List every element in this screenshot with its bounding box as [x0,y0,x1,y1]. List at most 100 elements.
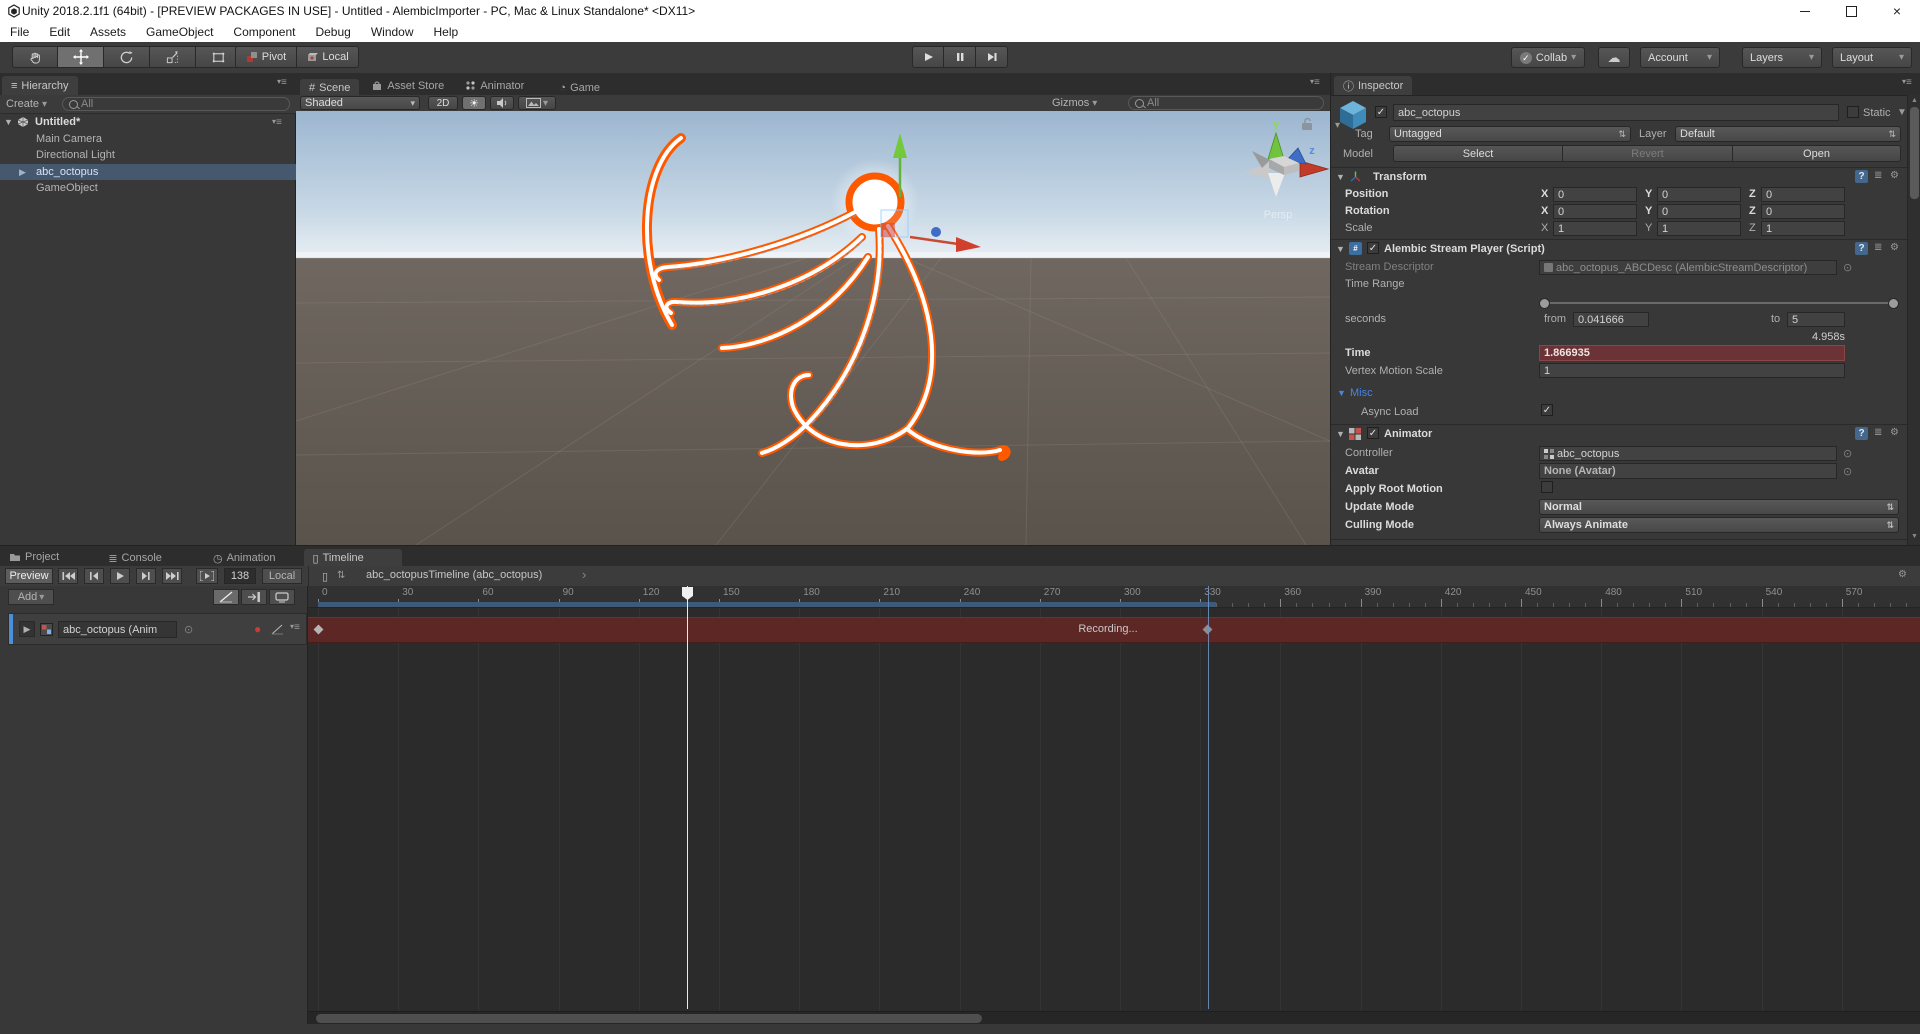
timeline-breadcrumb[interactable]: abc_octopusTimeline (abc_octopus) [366,569,542,581]
collab-button[interactable]: ✓ Collab ▾ [1511,47,1585,68]
keyframe-diamond[interactable] [314,625,324,635]
timeline-gear-icon[interactable]: ⚙ [1898,569,1907,580]
add-button[interactable]: Add▾ [8,589,54,605]
scale-y-field[interactable]: 1 [1657,221,1741,236]
from-field[interactable]: 0.041666 [1573,312,1649,327]
scene-audio-button[interactable] [490,96,514,110]
tab-asset-store[interactable]: Asset Store [362,76,453,95]
rotate-tool-button[interactable] [104,46,150,68]
vertex-motion-scale-field[interactable]: 1 [1539,363,1845,378]
apply-root-motion-checkbox[interactable] [1541,481,1553,493]
model-open-button[interactable]: Open [1733,145,1901,162]
scene-row-menu-icon[interactable]: ▾≡ [272,114,282,131]
tab-timeline[interactable]: ▯ Timeline [304,549,402,567]
scene-lighting-button[interactable]: ☀ [462,96,486,110]
recording-clip[interactable]: Recording... [308,617,1920,643]
hierarchy-item-abc-octopus[interactable]: ▶ abc_octopus [0,164,296,180]
time-field[interactable]: 1.866935 [1539,345,1845,361]
scale-x-field[interactable]: 1 [1553,221,1637,236]
fold-closed-icon[interactable]: ▶ [19,164,26,180]
avatar-picker-icon[interactable]: ⊙ [1843,465,1852,478]
tab-hierarchy[interactable]: ≡ Hierarchy [2,76,78,95]
hierarchy-search[interactable] [62,97,290,111]
animator-help-icon[interactable]: ? [1855,427,1868,440]
position-y-field[interactable]: 0 [1657,187,1741,202]
hierarchy-pane-menu-icon[interactable]: ▾≡ [277,77,287,88]
goto-start-button[interactable] [58,568,78,584]
animator-gear-icon[interactable]: ⚙ [1890,427,1899,438]
close-button[interactable]: × [1875,0,1919,22]
play-button[interactable] [912,46,944,68]
scene-effects-button[interactable]: ▾ [518,96,556,110]
scrollbar-thumb[interactable] [1910,107,1919,199]
animator-preset-icon[interactable]: ≣ [1874,427,1882,438]
scale-z-field[interactable]: 1 [1761,221,1845,236]
menu-help[interactable]: Help [424,25,469,39]
hscrollbar-thumb[interactable] [316,1014,982,1023]
scene-search[interactable] [1128,96,1324,110]
step-button[interactable] [976,46,1008,68]
controller-field[interactable]: abc_octopus [1539,446,1837,461]
transform-help-icon[interactable]: ? [1855,170,1868,183]
scale-tool-button[interactable] [150,46,196,68]
alembic-help-icon[interactable]: ? [1855,242,1868,255]
minimize-button[interactable] [1783,0,1827,22]
scene-pane-menu-icon[interactable]: ▾≡ [1310,77,1320,88]
inspector-scrollbar[interactable]: ▲ ▼ [1907,95,1920,545]
avatar-field[interactable]: None (Avatar) [1539,463,1837,479]
menu-file[interactable]: File [0,25,39,39]
controller-picker-icon[interactable]: ⊙ [1843,447,1852,460]
model-revert-button[interactable]: Revert [1563,145,1733,162]
goto-end-button[interactable] [162,568,182,584]
timeline-view-toggle-icon[interactable]: ▯ [322,570,328,583]
menu-window[interactable]: Window [361,25,424,39]
previous-frame-button[interactable] [84,568,104,584]
scroll-up-icon[interactable]: ▲ [1911,97,1918,104]
stream-descriptor-field[interactable]: abc_octopus_ABCDesc (AlembicStreamDescri… [1539,260,1837,275]
maximize-button[interactable] [1829,0,1873,22]
hierarchy-item-directional-light[interactable]: Directional Light [0,147,296,163]
menu-component[interactable]: Component [223,25,305,39]
hierarchy-item-main-camera[interactable]: Main Camera [0,131,296,147]
misc-fold-icon[interactable]: ▼ [1337,388,1346,398]
timeline-area[interactable]: 0306090120150180210240270300330360390420… [308,586,1920,1024]
track-expand-button[interactable]: ▶ [19,621,35,637]
gizmos-dropdown[interactable]: Gizmos▾ [1052,96,1097,110]
animator-fold-icon[interactable]: ▼ [1336,429,1345,439]
async-load-checkbox[interactable]: ✓ [1541,404,1553,416]
toggle-2d-button[interactable]: 2D [428,96,458,110]
hand-tool-button[interactable] [12,46,58,68]
to-field[interactable]: 5 [1787,312,1845,327]
menu-gameobject[interactable]: GameObject [136,25,223,39]
hierarchy-item-gameobject[interactable]: GameObject [0,180,296,196]
slider-min-handle[interactable] [1539,298,1550,309]
object-icon-dropdown[interactable]: ▾ [1335,120,1340,131]
fold-open-icon[interactable]: ▼ [4,114,13,130]
track-name-field[interactable]: abc_octopus (Anim [58,621,177,638]
timeline-view-updown-icon[interactable]: ⇅ [337,570,345,581]
slider-max-handle[interactable] [1888,298,1899,309]
object-name-field[interactable] [1393,104,1839,121]
pivot-toggle-button[interactable]: Pivot [235,46,297,68]
culling-mode-dropdown[interactable]: Always Animate⇅ [1539,517,1899,533]
next-frame-button[interactable] [136,568,156,584]
curves-view-button[interactable] [213,589,239,605]
gizmo-z-handle[interactable] [931,227,941,237]
active-checkbox[interactable]: ✓ [1375,106,1387,118]
tab-console[interactable]: ≣ Console [99,550,171,567]
move-tool-button[interactable] [58,46,104,68]
time-range-slider[interactable] [1541,302,1897,304]
capture-button[interactable] [269,589,295,605]
layers-button[interactable]: Layers▾ [1742,47,1822,68]
tab-inspector[interactable]: ⓘ Inspector [1334,76,1412,95]
alembic-fold-icon[interactable]: ▼ [1336,244,1345,254]
track-header[interactable]: ▶ abc_octopus (Anim ⊙ ● ▾≡ [8,613,307,645]
local-toggle-button[interactable]: Local [297,46,359,68]
static-checkbox[interactable] [1847,106,1859,118]
rotation-x-field[interactable]: 0 [1553,204,1637,219]
track-menu-icon[interactable]: ▾≡ [290,622,300,633]
alembic-preset-icon[interactable]: ≣ [1874,242,1882,253]
layout-button[interactable]: Layout▾ [1832,47,1912,68]
track-picker-icon[interactable]: ⊙ [184,623,193,636]
static-dropdown-icon[interactable]: ▼ [1897,107,1907,118]
